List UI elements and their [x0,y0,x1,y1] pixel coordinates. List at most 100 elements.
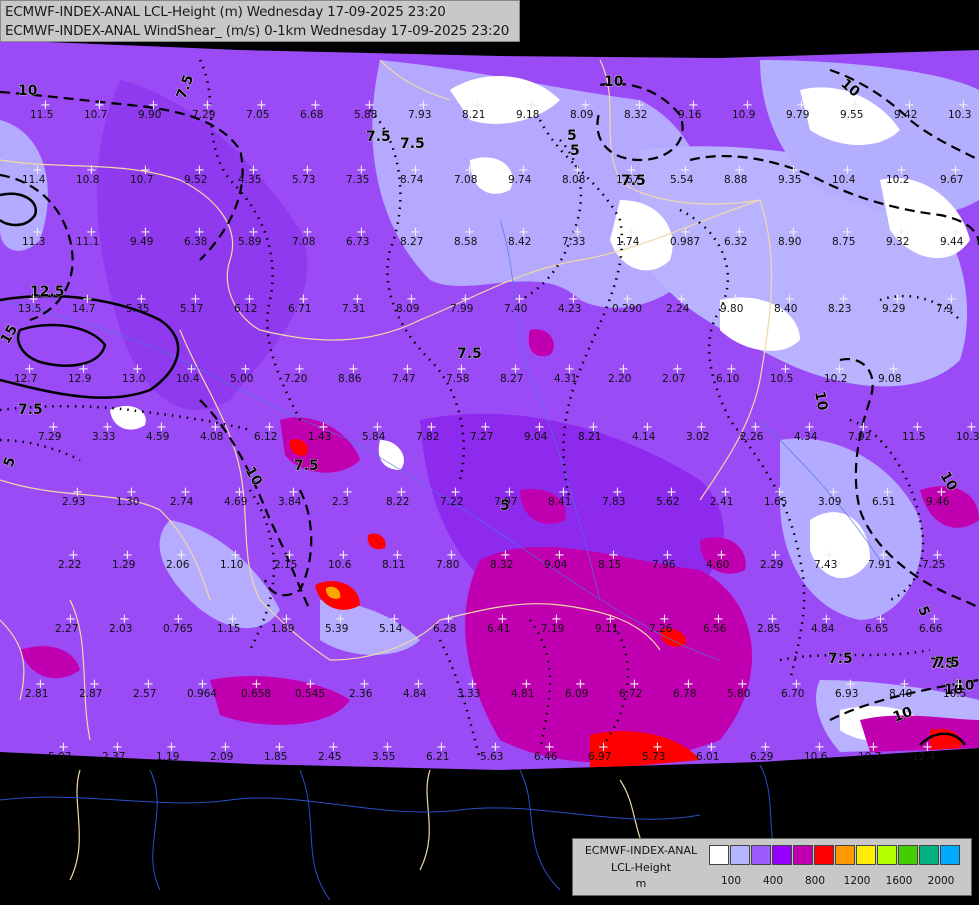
legend-model: ECMWF-INDEX-ANAL [584,844,698,857]
grid-marker: + [86,225,97,240]
legend-swatch [940,845,960,865]
grid-marker: + [706,740,717,755]
grid-marker: + [659,612,670,627]
grid-marker: + [716,548,727,563]
grid-marker: + [298,292,309,307]
grid-marker: + [784,292,795,307]
grid-marker: + [186,362,197,377]
grid-marker: + [875,612,886,627]
legend-swatch [730,845,750,865]
grid-marker: + [750,420,761,435]
grid-marker: + [356,225,367,240]
grid-marker: + [112,740,123,755]
grid-marker: + [338,548,349,563]
color-legend: ECMWF-INDEX-ANAL LCL-Height m 100 400 800 1… [572,838,972,896]
grid-marker: + [618,362,629,377]
grid-marker: + [936,485,947,500]
grid-marker: + [676,292,687,307]
grid-marker: + [558,485,569,500]
grid-marker: + [402,362,413,377]
grid-marker: + [65,612,76,627]
grid-marker: + [608,548,619,563]
grid-marker: + [328,740,339,755]
grid-marker: + [828,485,839,500]
grid-marker: + [426,420,437,435]
grid-marker: + [302,163,313,178]
legend-tick-label: 1600 [885,875,913,887]
grid-marker: + [521,677,532,692]
grid-marker: + [629,677,640,692]
grid-marker: + [892,292,903,307]
grid-marker: + [248,225,259,240]
grid-marker: + [248,163,259,178]
grid-marker: + [143,677,154,692]
grid-marker: + [464,163,475,178]
grid-marker: + [443,612,454,627]
grid-marker: + [588,420,599,435]
contour-label: 7.5 [294,458,319,474]
grid-marker: + [68,548,79,563]
grid-marker: + [554,548,565,563]
grid-marker: + [642,420,653,435]
grid-marker: + [680,225,691,240]
grid-marker: + [202,98,213,113]
grid-marker: + [240,362,251,377]
legend-swatch [709,845,729,865]
grid-marker: + [896,163,907,178]
grid-marker: + [72,485,83,500]
grid-marker: + [767,612,778,627]
grid-marker: + [730,292,741,307]
grid-marker: + [288,485,299,500]
legend-swatch [814,845,834,865]
grid-marker: + [490,740,501,755]
grid-marker: + [467,677,478,692]
grid-marker: + [335,612,346,627]
grid-marker: + [572,225,583,240]
grid-marker: + [28,292,39,307]
grid-marker: + [32,225,43,240]
grid-marker: + [774,485,785,500]
grid-marker: + [372,420,383,435]
grid-marker: + [284,548,295,563]
grid-marker: + [500,548,511,563]
grid-marker: + [912,420,923,435]
grid-marker: + [392,548,403,563]
grid-marker: + [966,420,977,435]
grid-marker: + [791,677,802,692]
grid-marker: + [652,740,663,755]
grid-marker: + [929,612,940,627]
grid-marker: + [136,292,147,307]
legend-swatch [835,845,855,865]
field-magenta-1 [465,547,753,763]
grid-marker: + [878,548,889,563]
grid-marker: + [551,612,562,627]
grid-marker: + [230,548,241,563]
grid-marker: + [122,548,133,563]
grid-marker: + [472,98,483,113]
legend-unit: m [635,877,647,890]
grid-marker: + [858,420,869,435]
grid-marker: + [410,163,421,178]
grid-marker: + [796,98,807,113]
grid-marker: + [264,420,275,435]
contour-label: 7.5 [457,346,482,362]
grid-marker: + [210,420,221,435]
grid-marker: + [568,292,579,307]
grid-marker: + [605,612,616,627]
grid-marker: + [305,677,316,692]
grid-marker: + [58,740,69,755]
contour-label: 7.5 [400,136,425,152]
grid-marker: + [514,292,525,307]
grid-marker: + [413,677,424,692]
grid-marker: + [680,163,691,178]
legend-tick-label: 2000 [927,875,955,887]
grid-marker: + [850,98,861,113]
grid-marker: + [352,292,363,307]
grid-marker: + [868,740,879,755]
grid-marker: + [89,677,100,692]
legend-tick-label: 400 [762,875,784,887]
grid-marker: + [780,362,791,377]
map-canvas: 10 7.5 7.5 7.5 5 12.5 15 10 7.5 5 7.5 10… [0,0,979,901]
grid-marker: + [788,225,799,240]
grid-marker: + [197,677,208,692]
